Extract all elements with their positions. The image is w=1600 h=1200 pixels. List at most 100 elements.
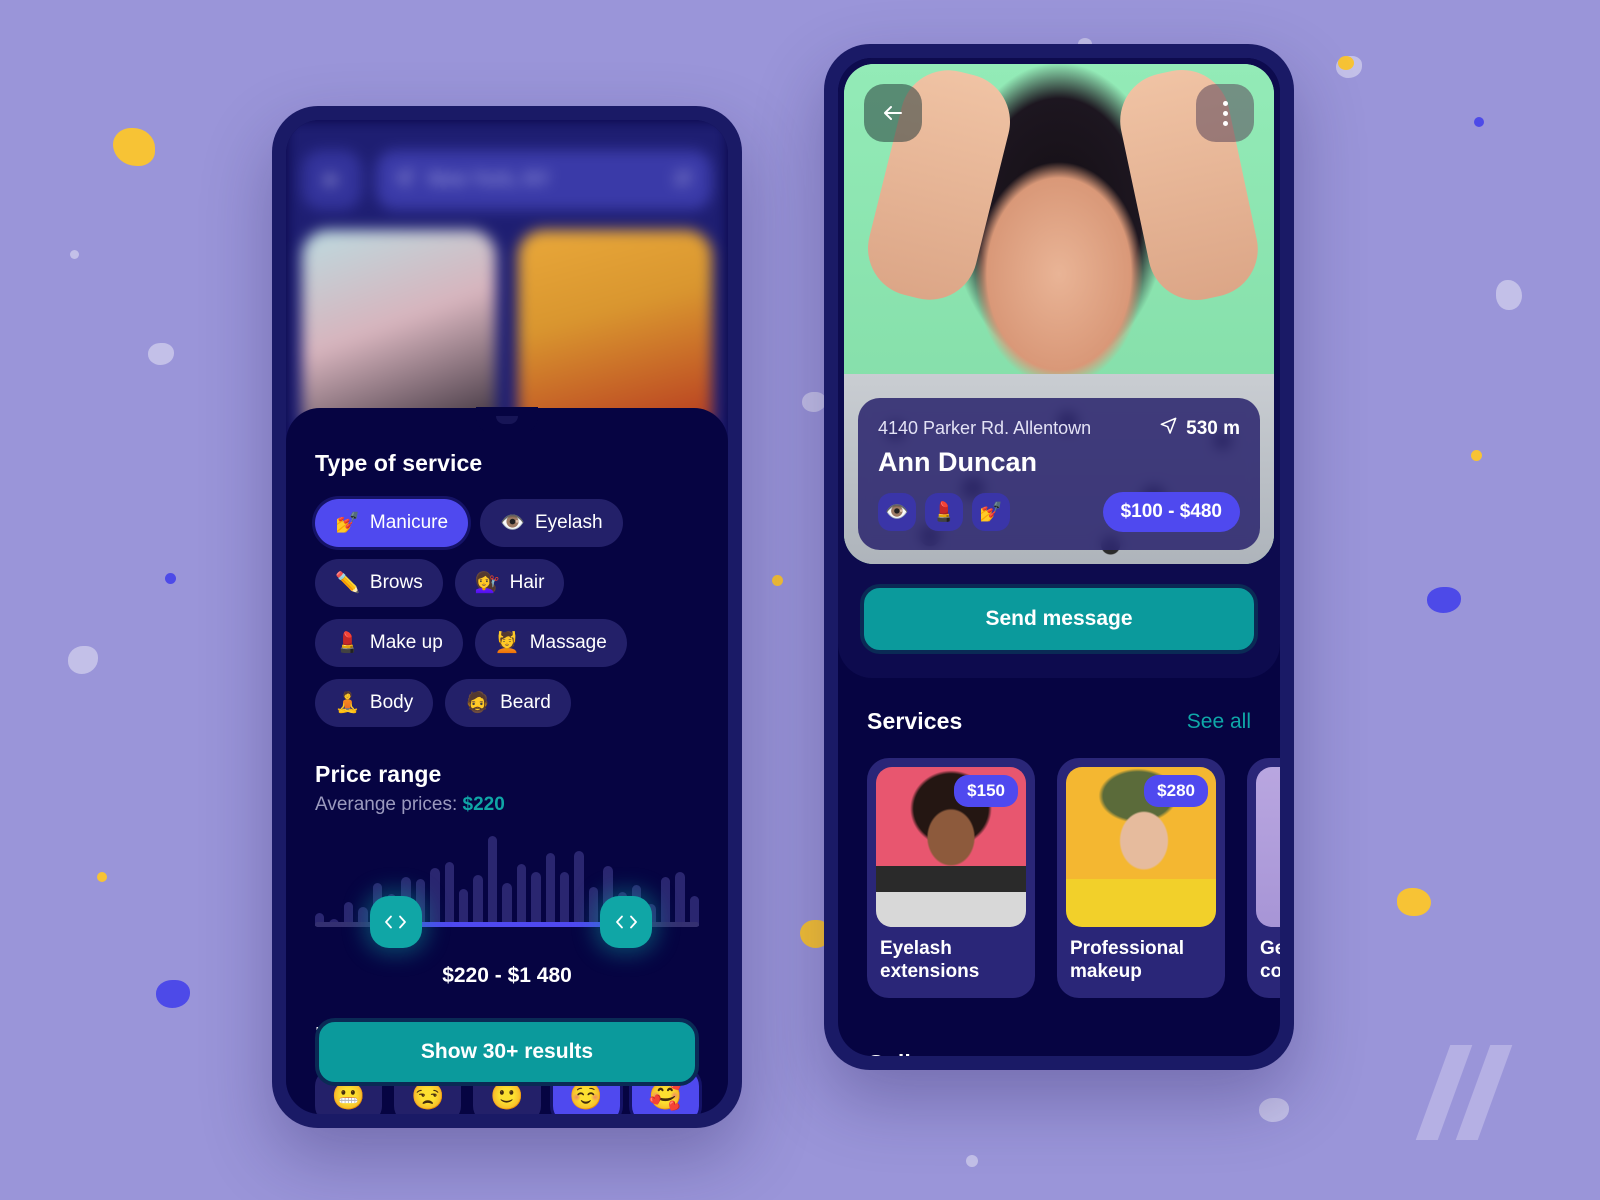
service-price-badge: $150 bbox=[954, 775, 1018, 807]
service-card-name: Gel polish coating bbox=[1260, 938, 1280, 982]
profile-meta-row: 👁️ 💄 💅 $100 - $480 bbox=[878, 492, 1240, 532]
deco-blob-yellow-1 bbox=[113, 128, 155, 166]
service-card-image: $280 bbox=[1066, 767, 1216, 927]
service-card-image: $150 bbox=[876, 767, 1026, 927]
deco-blob-yellow-7 bbox=[772, 575, 783, 586]
left-screen: New York, NY Type of service 💅 Manicure 👁️… bbox=[286, 120, 728, 1114]
deco-blob-yellow-3 bbox=[1471, 450, 1482, 461]
histogram-bar bbox=[487, 836, 498, 926]
navigation-arrow-icon bbox=[1159, 416, 1178, 441]
service-card[interactable]: $150 Eyelash extensions bbox=[867, 758, 1035, 998]
service-card-name: Eyelash extensions bbox=[880, 938, 980, 982]
deco-blob-yellow-6 bbox=[1338, 56, 1354, 70]
chip-label: Make up bbox=[369, 632, 443, 653]
histogram-bar bbox=[459, 888, 469, 926]
slider-handle-max[interactable] bbox=[600, 896, 653, 948]
phone-right-profile: 4140 Parker Rd. Allentown 530 m Ann Dunc… bbox=[824, 44, 1294, 1070]
deco-blob-blue-4 bbox=[1427, 587, 1461, 613]
deco-blob-white-7 bbox=[1259, 1098, 1289, 1122]
chip-emoji-icon: 🧔 bbox=[465, 692, 491, 714]
profile-photo: 4140 Parker Rd. Allentown 530 m Ann Dunc… bbox=[844, 64, 1274, 564]
service-chip-list: 💅 Manicure 👁️ Eyelash ✏️ Brows 💇‍♀️ Hair 💄 Make u… bbox=[315, 499, 699, 727]
service-price-badge: $280 bbox=[1144, 775, 1208, 807]
chip-label: Hair bbox=[509, 572, 545, 593]
profile-service-icons: 👁️ 💄 💅 bbox=[878, 493, 1010, 531]
price-histogram-slider[interactable] bbox=[315, 836, 699, 948]
chip-label: Beard bbox=[500, 692, 551, 713]
chip-emoji-icon: 👁️ bbox=[500, 512, 525, 534]
chip-emoji-icon: 💅 bbox=[335, 512, 360, 534]
sheet-drag-handle[interactable] bbox=[476, 407, 538, 433]
blurred-topbar: New York, NY bbox=[302, 150, 712, 210]
chip-label: Body bbox=[369, 692, 414, 713]
profile-address-row: 4140 Parker Rd. Allentown 530 m bbox=[878, 416, 1240, 441]
deco-blob-white-1 bbox=[70, 250, 79, 259]
histogram-bar bbox=[545, 852, 555, 926]
deco-blob-white-2 bbox=[148, 343, 174, 365]
type-of-service-title: Type of service bbox=[315, 450, 483, 476]
chip-emoji-icon: 💄 bbox=[335, 632, 360, 654]
service-card[interactable]: Gel polish coating bbox=[1247, 758, 1280, 998]
service-chip-massage[interactable]: 💆 Massage bbox=[474, 619, 627, 667]
service-card[interactable]: $280 Professional makeup bbox=[1057, 758, 1225, 998]
service-chip-manicure[interactable]: 💅 Manicure bbox=[315, 499, 469, 547]
three-dots-menu-icon[interactable] bbox=[1196, 84, 1254, 142]
chip-emoji-icon: ✏️ bbox=[335, 572, 360, 594]
see-all-link[interactable]: See all bbox=[1187, 710, 1251, 734]
histogram-bar bbox=[502, 882, 512, 926]
profile-distance-value: 530 m bbox=[1186, 417, 1240, 439]
histogram-bar bbox=[675, 871, 685, 926]
profile-service-icon: 💅 bbox=[972, 493, 1010, 531]
histogram-bar bbox=[516, 864, 527, 926]
service-chip-body[interactable]: 🧘 Body bbox=[315, 679, 434, 727]
profile-distance: 530 m bbox=[1159, 416, 1240, 441]
services-card-row[interactable]: $150 Eyelash extensions $280 Professional m… bbox=[867, 758, 1280, 998]
price-range-title: Price range bbox=[315, 761, 442, 787]
profile-address: 4140 Parker Rd. Allentown bbox=[878, 418, 1092, 438]
chip-label: Massage bbox=[529, 632, 607, 653]
histogram-bar bbox=[574, 851, 584, 926]
histogram-bar bbox=[473, 875, 483, 926]
send-message-button[interactable]: Send message bbox=[860, 584, 1258, 654]
chip-label: Brows bbox=[369, 572, 423, 593]
services-title: Services bbox=[867, 708, 963, 734]
chip-label: Manicure bbox=[369, 512, 449, 533]
slider-handle-min[interactable] bbox=[369, 896, 422, 948]
histogram-bar bbox=[660, 877, 671, 926]
filters-bottom-sheet: Type of service 💅 Manicure 👁️ Eyelash ✏️ Brow… bbox=[286, 407, 728, 1114]
service-chip-make-up[interactable]: 💄 Make up bbox=[315, 619, 463, 667]
service-chip-hair[interactable]: 💇‍♀️ Hair bbox=[454, 559, 565, 607]
price-range-section: Price range Averange prices: $220 $220 -… bbox=[315, 761, 699, 988]
show-results-button[interactable]: Show 30+ results bbox=[315, 1018, 699, 1086]
profile-price-badge: $100 - $480 bbox=[1102, 492, 1240, 532]
deco-blob-yellow-4 bbox=[1397, 888, 1431, 916]
right-screen: 4140 Parker Rd. Allentown 530 m Ann Dunc… bbox=[838, 58, 1280, 1056]
average-price-label: Averange prices: bbox=[315, 794, 458, 815]
service-chip-beard[interactable]: 🧔 Beard bbox=[445, 679, 571, 727]
brand-logo-mark bbox=[1415, 1045, 1525, 1140]
deco-blob-white-3 bbox=[68, 646, 98, 674]
deco-blob-blue-2 bbox=[156, 980, 190, 1008]
gallery-title: Gallery bbox=[867, 1050, 946, 1056]
chip-emoji-icon: 🧘 bbox=[335, 692, 360, 714]
location-search-field[interactable]: New York, NY bbox=[376, 150, 712, 210]
histogram-bar bbox=[531, 871, 541, 926]
arrow-left-icon[interactable] bbox=[302, 150, 362, 210]
average-price-value: $220 bbox=[462, 794, 505, 815]
histogram-bar bbox=[559, 871, 570, 926]
chip-emoji-icon: 💆 bbox=[494, 632, 520, 654]
location-pin-icon bbox=[394, 168, 414, 193]
histogram-bar bbox=[444, 862, 455, 926]
deco-blob-white-4 bbox=[1336, 56, 1362, 78]
chip-emoji-icon: 💇‍♀️ bbox=[474, 572, 500, 594]
service-chip-brows[interactable]: ✏️ Brows bbox=[315, 559, 443, 607]
arrow-left-icon[interactable] bbox=[864, 84, 922, 142]
selected-price-range: $220 - $1 480 bbox=[442, 964, 572, 987]
service-card-image bbox=[1256, 767, 1280, 927]
filter-sliders-icon[interactable] bbox=[672, 168, 694, 193]
average-price-line: Averange prices: $220 bbox=[315, 794, 699, 816]
deco-blob-blue-3 bbox=[1474, 117, 1484, 127]
service-chip-eyelash[interactable]: 👁️ Eyelash bbox=[480, 499, 623, 547]
histogram-bar bbox=[588, 886, 599, 926]
slider-fill bbox=[395, 922, 627, 927]
